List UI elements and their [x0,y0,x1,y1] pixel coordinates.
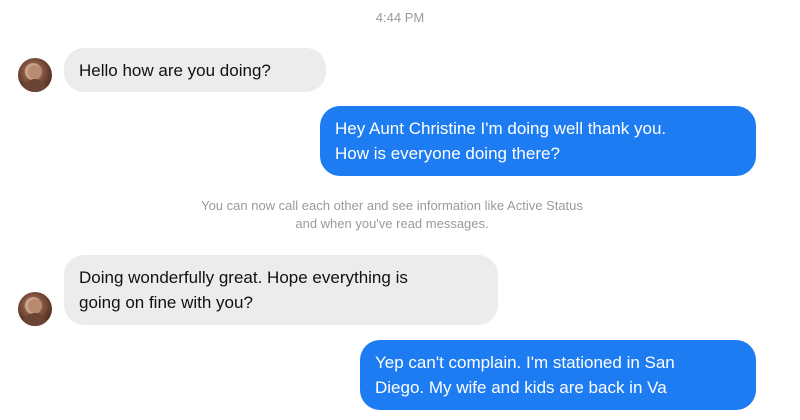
message-thread: 4:44 PM Hello how are you doing? Hey Aun… [0,0,800,420]
message-text-line: Doing wonderfully great. Hope everything… [79,268,408,287]
system-notice-line: You can now call each other and see info… [201,198,583,213]
incoming-message-bubble[interactable]: Hello how are you doing? [64,48,326,92]
outgoing-message-bubble[interactable]: Hey Aunt Christine I'm doing well thank … [320,106,756,176]
system-notice: You can now call each other and see info… [0,197,784,233]
message-text-line: Diego. My wife and kids are back in Va [375,378,667,397]
system-notice-line: and when you've read messages. [295,216,489,231]
incoming-message-bubble[interactable]: Doing wonderfully great. Hope everything… [64,255,498,325]
thread-timestamp: 4:44 PM [375,10,425,25]
message-text-line: How is everyone doing there? [335,144,560,163]
message-text-line: going on fine with you? [79,293,253,312]
message-text-line: Yep can't complain. I'm stationed in San [375,353,675,372]
contact-avatar[interactable] [18,292,52,326]
outgoing-message-bubble[interactable]: Yep can't complain. I'm stationed in San… [360,340,756,410]
message-text-line: Hey Aunt Christine I'm doing well thank … [335,119,667,138]
message-text: Hello how are you doing? [79,61,271,80]
contact-avatar[interactable] [18,58,52,92]
